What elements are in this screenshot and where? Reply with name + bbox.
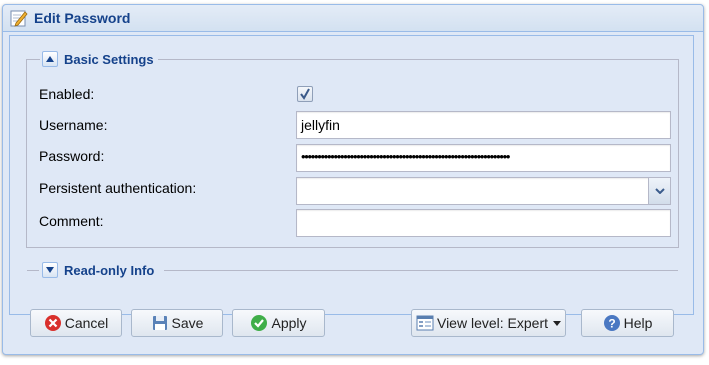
window-titlebar[interactable]: Edit Password xyxy=(3,5,703,32)
chevron-up-icon xyxy=(46,56,54,62)
view-list-icon xyxy=(416,315,434,331)
basic-settings-title: Basic Settings xyxy=(64,51,154,67)
help-icon: ? xyxy=(603,315,620,331)
cancel-label: Cancel xyxy=(64,315,109,331)
apply-label: Apply xyxy=(271,315,307,331)
apply-button[interactable]: Apply xyxy=(232,309,325,337)
cancel-icon xyxy=(44,315,61,331)
save-button[interactable]: Save xyxy=(131,309,223,337)
readonly-info-rule-left xyxy=(27,270,39,271)
password-field[interactable]: ••••••••••••••••••••••••••••••••••••••••… xyxy=(296,144,671,172)
basic-settings-legend: Basic Settings xyxy=(40,49,158,69)
edit-pencil-icon xyxy=(10,10,28,27)
help-label: Help xyxy=(623,315,653,331)
username-field[interactable]: jellyfin xyxy=(296,111,671,139)
window-title: Edit Password xyxy=(34,10,131,26)
help-button[interactable]: ? Help xyxy=(581,309,674,337)
readonly-info-legend: Read-only Info xyxy=(40,260,159,280)
chevron-down-icon xyxy=(654,188,665,194)
persistent-auth-dropdown-trigger[interactable] xyxy=(648,178,670,204)
persistent-auth-combobox[interactable] xyxy=(296,177,671,205)
save-label: Save xyxy=(171,315,204,331)
view-level-button[interactable]: View level: Expert xyxy=(411,309,566,337)
enabled-checkbox[interactable] xyxy=(297,86,313,102)
readonly-info-rule-right xyxy=(164,270,678,271)
view-level-label: View level: Expert xyxy=(436,315,548,331)
password-label: Password: xyxy=(39,148,105,164)
cancel-button[interactable]: Cancel xyxy=(30,309,122,337)
persistent-auth-label: Persistent authentication: xyxy=(39,180,197,196)
svg-text:?: ? xyxy=(608,317,615,331)
readonly-info-expand-button[interactable] xyxy=(42,262,58,278)
username-label: Username: xyxy=(39,117,108,133)
check-circle-icon xyxy=(251,315,268,331)
chevron-down-icon xyxy=(46,267,54,273)
save-icon xyxy=(152,316,167,330)
caret-down-icon xyxy=(553,320,561,326)
basic-settings-collapse-button[interactable] xyxy=(42,51,58,67)
checkmark-icon xyxy=(300,88,310,100)
comment-field[interactable] xyxy=(296,209,671,237)
readonly-info-title: Read-only Info xyxy=(64,262,155,278)
enabled-label: Enabled: xyxy=(39,86,95,102)
comment-label: Comment: xyxy=(39,213,104,229)
